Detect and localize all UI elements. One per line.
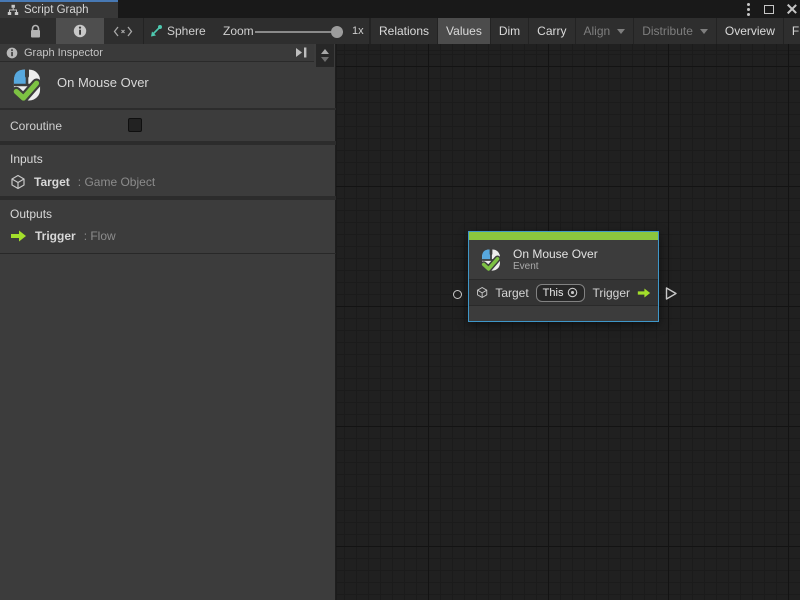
- dock-panel-icon[interactable]: [294, 47, 308, 58]
- outputs-section: Outputs Trigger : Flow: [0, 200, 336, 252]
- graph-inspector-panel: Graph Inspector On Mouse Over: [0, 44, 336, 600]
- unit-title: On Mouse Over: [57, 75, 149, 90]
- lock-icon: [29, 24, 42, 39]
- distribute-dropdown-button[interactable]: Distribute: [633, 18, 716, 44]
- dim-button[interactable]: Dim: [490, 18, 528, 44]
- on-mouse-over-node[interactable]: On Mouse Over Event Target This Tri: [468, 231, 659, 322]
- node-input-port[interactable]: [453, 290, 462, 299]
- coroutine-checkbox[interactable]: [128, 118, 142, 132]
- tab-title: Script Graph: [24, 4, 89, 16]
- window-controls: [745, 0, 796, 18]
- node-header: On Mouse Over Event: [469, 240, 658, 279]
- window-tab-bar: Script Graph: [0, 0, 800, 18]
- flow-arrow-icon: [10, 229, 27, 243]
- chevron-down-icon: [700, 29, 708, 34]
- code-view-button[interactable]: [104, 18, 142, 44]
- full-screen-button[interactable]: Full Screen: [783, 18, 800, 44]
- window-close-icon[interactable]: [786, 4, 796, 14]
- trigger-port-label: Trigger: [592, 286, 630, 300]
- panel-title: Graph Inspector: [24, 47, 288, 59]
- chevron-down-icon: [617, 29, 625, 34]
- input-row-target: Target : Game Object: [10, 174, 155, 190]
- info-icon: [73, 24, 87, 38]
- outputs-heading: Outputs: [10, 207, 52, 221]
- graph-inspector-header: Graph Inspector: [0, 44, 314, 62]
- graph-pointer-icon: [148, 18, 164, 44]
- object-picker-icon: [567, 287, 578, 298]
- lock-button[interactable]: [26, 18, 44, 44]
- coroutine-label: Coroutine: [10, 119, 62, 133]
- inspector-toggle-button[interactable]: [56, 18, 104, 44]
- divider: [0, 253, 336, 254]
- flow-arrow-icon: [637, 286, 651, 300]
- window-menu-icon[interactable]: [747, 8, 750, 11]
- node-subtitle: Event: [513, 261, 598, 273]
- relations-button[interactable]: Relations: [370, 18, 437, 44]
- port-name: Target: [34, 175, 70, 189]
- code-icon: [113, 26, 133, 37]
- arrow-up-icon[interactable]: [321, 49, 329, 54]
- port-type: : Flow: [84, 229, 116, 243]
- game-object-cube-icon: [476, 285, 488, 300]
- target-value-chip[interactable]: This: [536, 284, 586, 302]
- mouse-over-icon: [8, 66, 46, 104]
- toolbar-separator: [143, 18, 144, 44]
- info-icon: [6, 47, 18, 59]
- zoom-slider-track[interactable]: [255, 31, 343, 33]
- zoom-label: Zoom: [223, 18, 254, 44]
- port-name: Trigger: [35, 229, 76, 243]
- game-object-cube-icon: [10, 174, 26, 190]
- tab-script-graph[interactable]: Script Graph: [0, 0, 118, 18]
- inputs-section: Inputs Target : Game Object: [0, 145, 336, 196]
- port-type: : Game Object: [78, 175, 155, 189]
- script-graph-icon: [7, 4, 19, 16]
- values-button[interactable]: Values: [437, 18, 490, 44]
- overview-button[interactable]: Overview: [716, 18, 783, 44]
- graph-name-label: Sphere: [167, 18, 206, 44]
- graph-toolbar: Sphere Zoom 1x Relations Values Dim Carr…: [0, 18, 800, 44]
- graph-canvas[interactable]: On Mouse Over Event Target This Tri: [336, 44, 800, 600]
- window-maximize-icon[interactable]: [764, 5, 774, 14]
- target-port-label: Target: [495, 286, 528, 300]
- carry-button[interactable]: Carry: [528, 18, 574, 44]
- output-row-trigger: Trigger : Flow: [10, 229, 116, 243]
- mouse-over-icon: [478, 247, 504, 273]
- coroutine-row: Coroutine: [0, 110, 336, 141]
- align-dropdown-button[interactable]: Align: [575, 18, 634, 44]
- toolbar-button-group: Relations Values Dim Carry Align Distrib…: [370, 18, 800, 44]
- zoom-value: 1x: [352, 18, 364, 44]
- node-footer: [469, 306, 658, 318]
- node-title: On Mouse Over: [513, 247, 598, 261]
- node-port-row: Target This Trigger: [469, 279, 658, 306]
- zoom-slider-handle[interactable]: [331, 26, 343, 38]
- node-event-colorbar: [469, 232, 658, 240]
- selected-unit-header: On Mouse Over: [0, 62, 336, 108]
- node-output-port[interactable]: [664, 286, 678, 301]
- inputs-heading: Inputs: [10, 152, 43, 166]
- unity-script-graph-window: Script Graph: [0, 0, 800, 600]
